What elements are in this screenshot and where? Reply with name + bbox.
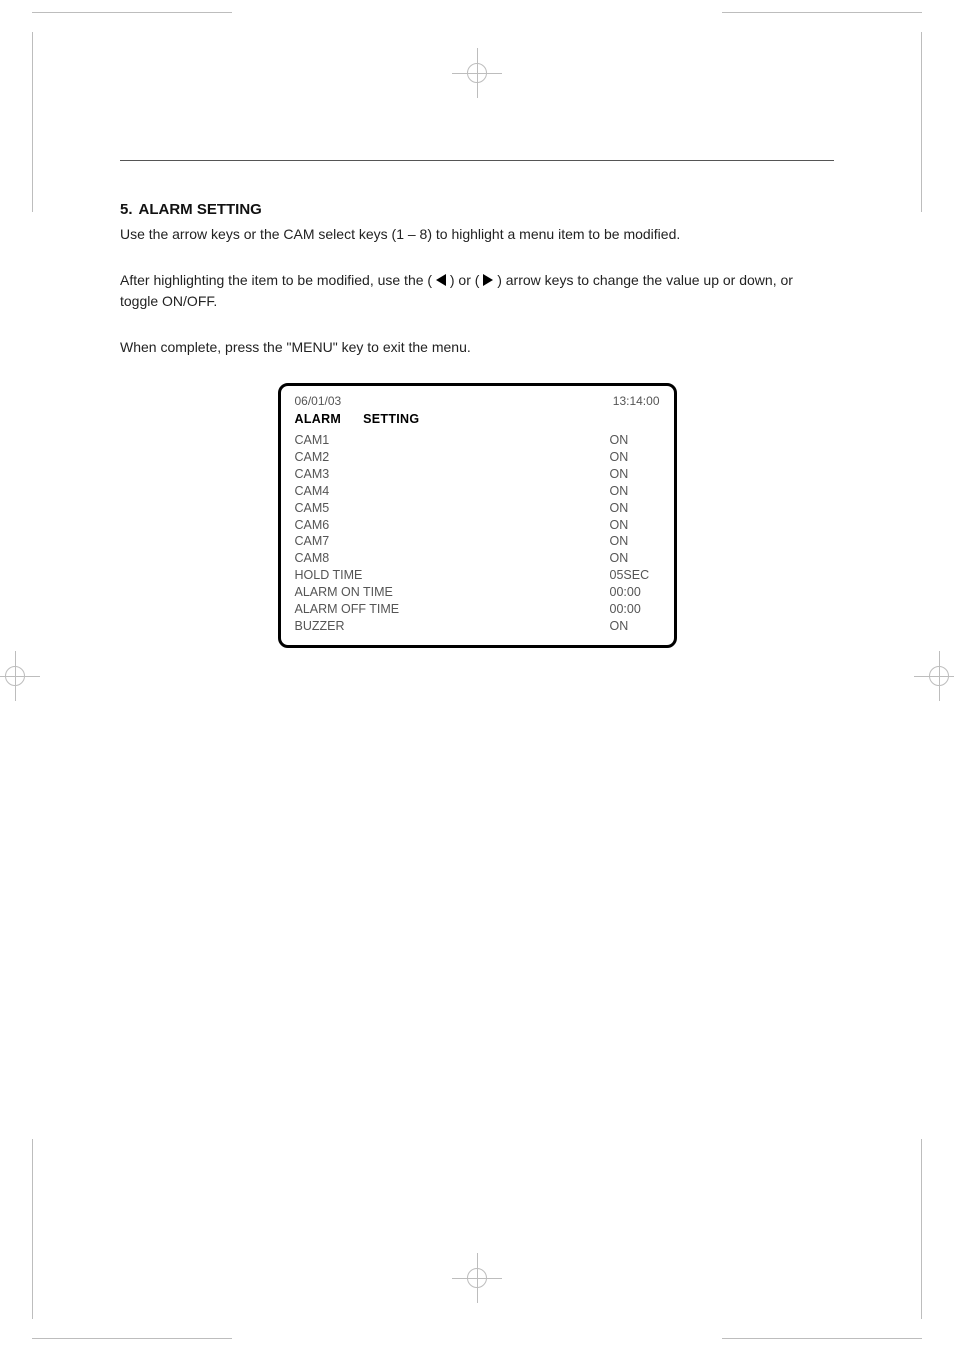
osd-row-value: 00:00: [610, 601, 660, 618]
osd-row-label: ALARM ON TIME: [295, 584, 393, 601]
osd-title-setting: SETTING: [363, 412, 419, 426]
osd-row-label: CAM8: [295, 550, 330, 567]
section-heading: 5. ALARM SETTING: [120, 201, 834, 218]
crop-mark-top-right: [921, 32, 954, 212]
crop-mark-bottom-right: [921, 1139, 954, 1319]
top-rule: [120, 160, 834, 161]
osd-row-label: CAM4: [295, 483, 330, 500]
osd-menu-box: 06/01/03 13:14:00 ALARM SETTING CAM1 ON C…: [278, 383, 677, 648]
osd-menu-list: CAM1 ON CAM2 ON CAM3 ON CAM4 ON CAM5 O: [295, 432, 660, 635]
paragraph-2-b: ) or (: [450, 272, 480, 288]
osd-row-value: ON: [610, 550, 660, 567]
registration-mark-left: [0, 651, 40, 701]
osd-row-cam4: CAM4 ON: [295, 483, 660, 500]
registration-mark-top: [452, 48, 502, 98]
osd-row-label: ALARM OFF TIME: [295, 601, 400, 618]
registration-mark-right: [914, 651, 954, 701]
osd-row-cam5: CAM5 ON: [295, 500, 660, 517]
paragraph-1: Use the arrow keys or the CAM select key…: [120, 224, 834, 244]
osd-time: 13:14:00: [613, 394, 660, 408]
osd-row-value: ON: [610, 517, 660, 534]
osd-row-label: CAM7: [295, 533, 330, 550]
osd-row-value: ON: [610, 618, 660, 635]
osd-row-label: CAM6: [295, 517, 330, 534]
osd-row-label: CAM3: [295, 466, 330, 483]
osd-row-alarm-on-time: ALARM ON TIME 00:00: [295, 584, 660, 601]
osd-row-value: 05SEC: [610, 567, 660, 584]
osd-row-cam6: CAM6 ON: [295, 517, 660, 534]
osd-menu-header: 06/01/03 13:14:00: [295, 394, 660, 408]
osd-row-value: ON: [610, 466, 660, 483]
content-area: 5. ALARM SETTING Use the arrow keys or t…: [120, 160, 834, 1191]
section-title: ALARM SETTING: [139, 201, 262, 218]
crop-mark-bottom-left: [0, 1139, 33, 1319]
osd-menu-title-row: ALARM SETTING: [295, 410, 660, 428]
osd-row-cam1: CAM1 ON: [295, 432, 660, 449]
osd-row-cam2: CAM2 ON: [295, 449, 660, 466]
paragraph-3: When complete, press the "MENU" key to e…: [120, 337, 834, 357]
osd-menu-title: ALARM SETTING: [295, 412, 420, 426]
right-arrow-icon: [483, 274, 493, 286]
osd-row-label: BUZZER: [295, 618, 345, 635]
paragraph-2: After highlighting the item to be modifi…: [120, 270, 834, 311]
page: 5. ALARM SETTING Use the arrow keys or t…: [0, 0, 954, 1351]
osd-title-alarm: ALARM: [295, 412, 342, 426]
osd-row-cam3: CAM3 ON: [295, 466, 660, 483]
section-number: 5.: [120, 201, 133, 218]
osd-row-buzzer: BUZZER ON: [295, 618, 660, 635]
paragraph-2-a: After highlighting the item to be modifi…: [120, 272, 432, 288]
osd-row-label: HOLD TIME: [295, 567, 363, 584]
osd-row-value: 00:00: [610, 584, 660, 601]
osd-row-label: CAM2: [295, 449, 330, 466]
osd-date: 06/01/03: [295, 394, 342, 408]
osd-row-value: ON: [610, 432, 660, 449]
osd-row-value: ON: [610, 500, 660, 517]
crop-mark-top-left: [0, 32, 33, 212]
osd-row-alarm-off-time: ALARM OFF TIME 00:00: [295, 601, 660, 618]
osd-row-value: ON: [610, 533, 660, 550]
osd-row-label: CAM1: [295, 432, 330, 449]
osd-row-value: ON: [610, 449, 660, 466]
osd-row-cam8: CAM8 ON: [295, 550, 660, 567]
osd-row-cam7: CAM7 ON: [295, 533, 660, 550]
left-arrow-icon: [436, 274, 446, 286]
osd-row-value: ON: [610, 483, 660, 500]
registration-mark-bottom: [452, 1253, 502, 1303]
osd-row-hold-time: HOLD TIME 05SEC: [295, 567, 660, 584]
osd-row-label: CAM5: [295, 500, 330, 517]
